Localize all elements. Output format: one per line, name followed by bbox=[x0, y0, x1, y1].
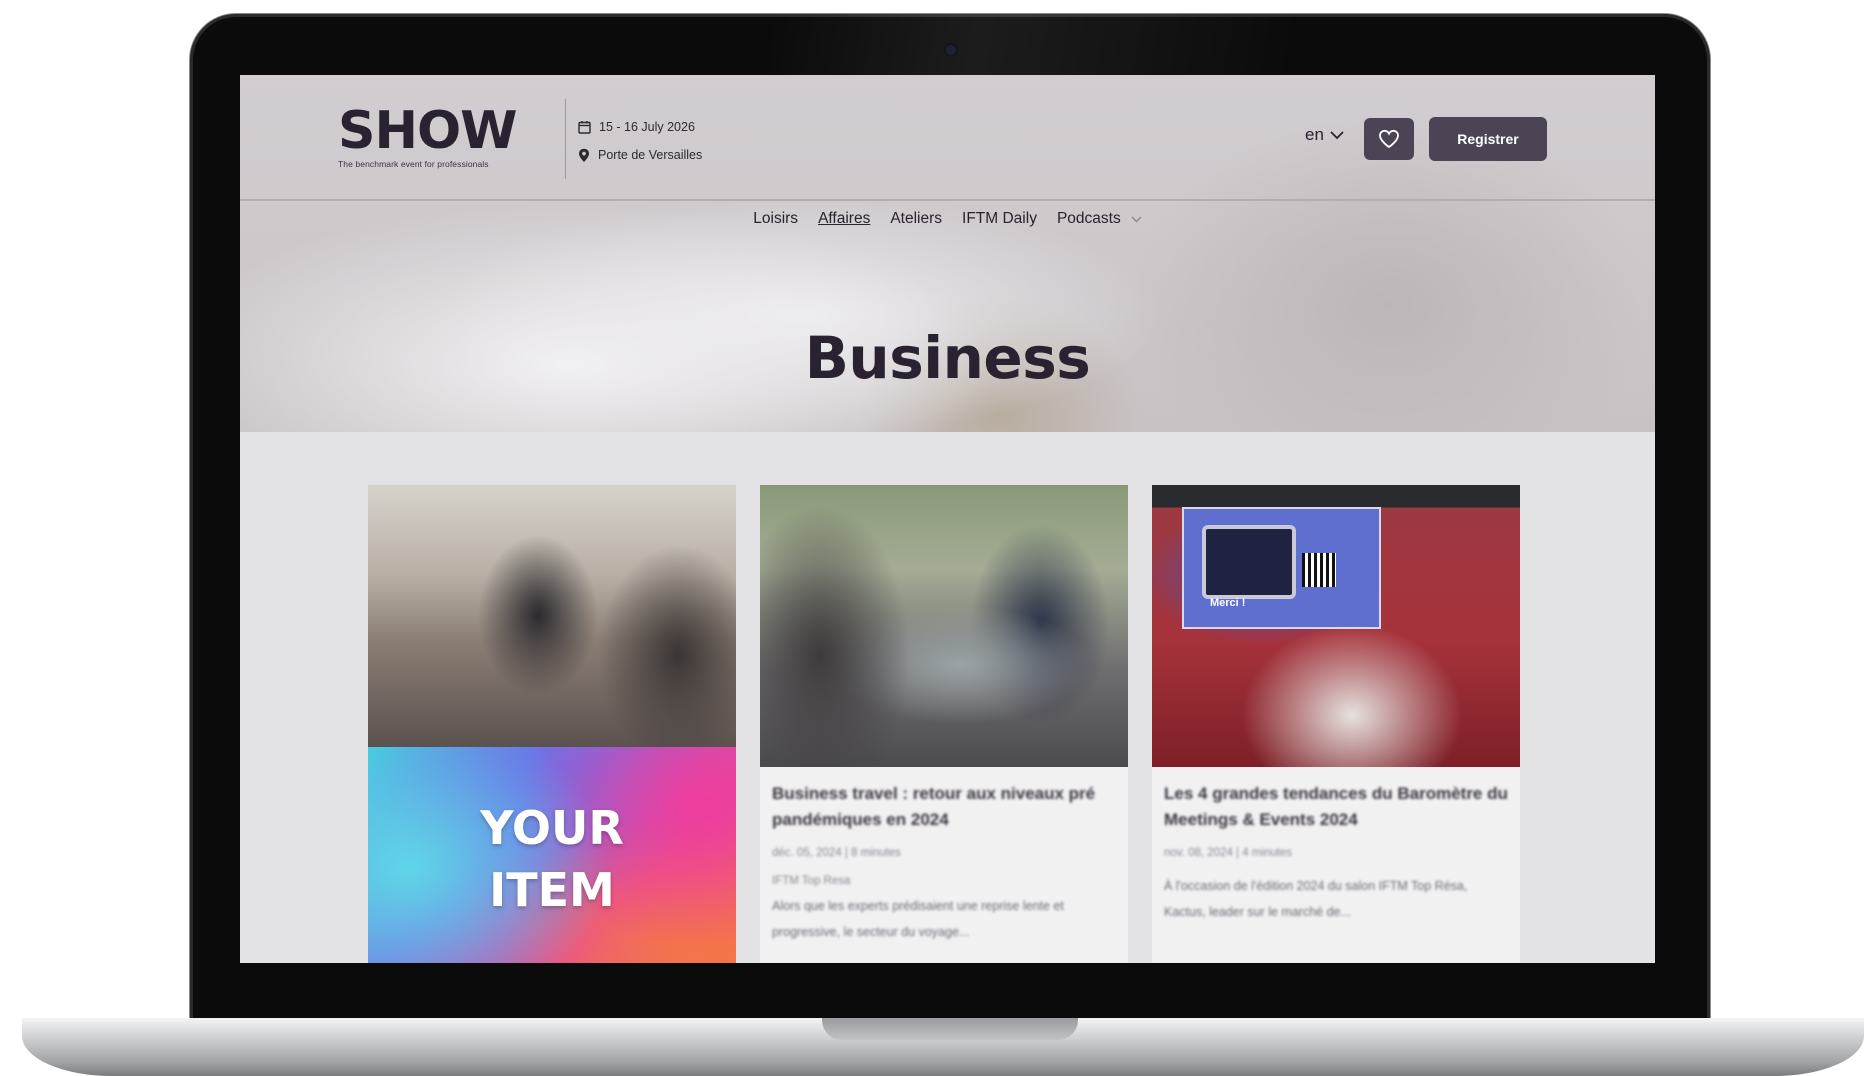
bezel-reflection bbox=[770, 14, 1290, 76]
card-body: Business travel : retour aux niveaux pré… bbox=[760, 781, 1128, 945]
article-image: Merci ! bbox=[1152, 485, 1520, 767]
browser-screen: SHOW The benchmark event for professiona… bbox=[240, 75, 1655, 963]
promo-line: ITEM bbox=[489, 863, 615, 917]
chevron-down-icon bbox=[1330, 130, 1344, 139]
site-logo[interactable]: SHOW The benchmark event for professiona… bbox=[338, 105, 528, 169]
article-title[interactable]: Les 4 grandes tendances du Baromètre du … bbox=[1164, 781, 1508, 833]
promo-line: YOUR bbox=[480, 801, 624, 855]
laptop-notch bbox=[822, 1018, 1078, 1040]
article-card[interactable]: Merci ! Les 4 grandes tendances du Barom… bbox=[1152, 485, 1520, 963]
nav-item-iftm-daily[interactable]: IFTM Daily bbox=[962, 210, 1037, 228]
event-dates: 15 - 16 July 2026 bbox=[578, 113, 702, 141]
event-info: 15 - 16 July 2026 Porte de Versailles bbox=[578, 113, 702, 169]
qr-code bbox=[1302, 553, 1336, 587]
camera-icon bbox=[946, 45, 956, 55]
event-location: Porte de Versailles bbox=[578, 141, 702, 169]
article-meta: nov. 08, 2024 | 4 minutes bbox=[1164, 847, 1293, 859]
language-selector[interactable]: en bbox=[1305, 125, 1344, 145]
nav-item-ateliers[interactable]: Ateliers bbox=[890, 210, 942, 228]
location-pin-icon bbox=[579, 148, 589, 162]
language-label: en bbox=[1305, 125, 1324, 144]
site-header: SHOW The benchmark event for professiona… bbox=[240, 75, 1655, 201]
article-excerpt: À l'occasion de l'édition 2024 du salon … bbox=[1164, 879, 1468, 919]
favorites-button[interactable] bbox=[1364, 118, 1414, 160]
networking-photo bbox=[368, 485, 736, 747]
main-navigation: Loisirs Affaires Ateliers IFTM Daily Pod… bbox=[240, 210, 1655, 228]
article-image bbox=[760, 485, 1128, 767]
chevron-down-icon bbox=[1131, 216, 1142, 222]
nav-item-podcasts[interactable]: Podcasts bbox=[1057, 210, 1142, 228]
page-title: Business bbox=[804, 323, 1091, 392]
promo-text: YOUR ITEM bbox=[368, 797, 736, 921]
article-card[interactable]: YOUR ITEM bbox=[368, 485, 736, 963]
header-divider bbox=[565, 99, 566, 179]
event-location-text: Porte de Versailles bbox=[598, 148, 703, 162]
screen-caption: Merci ! bbox=[1210, 597, 1246, 609]
nav-item-podcasts-label: Podcasts bbox=[1056, 210, 1121, 227]
heart-icon bbox=[1379, 129, 1399, 149]
article-title[interactable]: Business travel : retour aux niveaux pré… bbox=[772, 781, 1116, 833]
article-excerpt: Alors que les experts prédisaient une re… bbox=[772, 899, 1064, 939]
card-body: Les 4 grandes tendances du Baromètre du … bbox=[1152, 781, 1520, 925]
nav-item-affaires[interactable]: Affaires bbox=[818, 210, 870, 228]
logo-wordmark: SHOW bbox=[338, 101, 518, 161]
calendar-icon bbox=[578, 121, 591, 134]
article-meta: déc. 05, 2024 | 8 minutes bbox=[772, 847, 901, 859]
article-card[interactable]: Business travel : retour aux niveaux pré… bbox=[760, 485, 1128, 963]
register-button[interactable]: Registrer bbox=[1429, 117, 1547, 161]
nav-item-loisirs[interactable]: Loisirs bbox=[753, 210, 798, 228]
event-dates-text: 15 - 16 July 2026 bbox=[599, 120, 695, 134]
article-category: IFTM Top Resa bbox=[772, 875, 851, 887]
promo-banner[interactable]: YOUR ITEM bbox=[368, 747, 736, 963]
tablet-graphic bbox=[1202, 525, 1296, 599]
